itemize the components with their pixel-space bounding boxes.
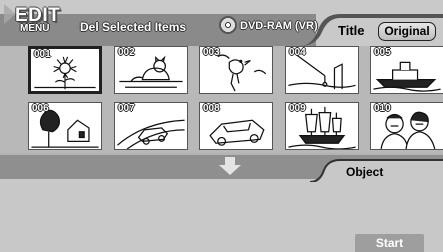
thumbnail-number: 010 xyxy=(374,103,391,114)
thumbnail-008[interactable]: 008 xyxy=(199,102,273,150)
thumbnail-003[interactable]: 003 xyxy=(199,46,273,94)
thumbnail-number: 008 xyxy=(203,103,220,114)
mode-label: Del Selected Items xyxy=(80,20,187,34)
tab-title[interactable]: Title xyxy=(338,24,365,37)
thumbnail-004[interactable]: 004 xyxy=(285,46,359,94)
thumbnail-005[interactable]: 005 xyxy=(370,46,443,94)
thumbnail-number: 002 xyxy=(118,47,135,58)
thumbnail-number: 006 xyxy=(32,103,49,114)
tab-original[interactable]: Original xyxy=(378,22,436,41)
menu-label[interactable]: MENU xyxy=(20,24,49,34)
thumbnail-009[interactable]: 009 xyxy=(285,102,359,150)
thumbnail-grid: 001 002 003 004 005 006 007 008 009 010 xyxy=(0,46,443,153)
tab-object[interactable]: Object xyxy=(346,166,383,178)
header-bar: EDIT MENU Del Selected Items DVD-RAM (VR… xyxy=(0,0,443,46)
thumbnail-006[interactable]: 006 xyxy=(28,102,102,150)
thumbnail-number: 007 xyxy=(118,103,135,114)
disc-icon xyxy=(219,16,237,34)
thumbnail-010[interactable]: 010 xyxy=(370,102,443,150)
down-arrow-icon xyxy=(219,157,241,175)
thumbnail-001[interactable]: 001 xyxy=(28,46,102,94)
thumbnail-number: 005 xyxy=(374,47,391,58)
thumbnail-number: 003 xyxy=(203,47,220,58)
thumbnail-002[interactable]: 002 xyxy=(114,46,188,94)
disc-label: DVD-RAM (VR) xyxy=(240,20,318,32)
thumbnail-007[interactable]: 007 xyxy=(114,102,188,150)
thumbnail-number: 004 xyxy=(289,47,306,58)
thumbnail-number: 001 xyxy=(34,49,51,60)
start-button[interactable]: Start xyxy=(355,234,424,252)
thumbnail-number: 009 xyxy=(289,103,306,114)
